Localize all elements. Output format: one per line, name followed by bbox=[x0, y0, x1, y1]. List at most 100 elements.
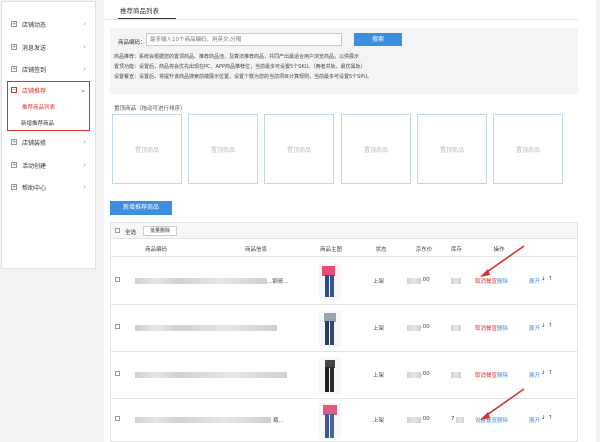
pinned-slot-label: 置顶商品 bbox=[363, 147, 388, 154]
pinned-slot-label: 置顶商品 bbox=[286, 147, 311, 154]
sidebar-item-shop-news[interactable]: + 店铺动态 › bbox=[11, 19, 86, 29]
blurred-info bbox=[177, 278, 267, 284]
col-header-stock: 库存 bbox=[450, 247, 462, 253]
row-checkbox[interactable] bbox=[115, 324, 120, 329]
move-up-icon[interactable]: ↑ bbox=[548, 415, 553, 421]
promote-desc: 设置餐宣：设置后，将提升该商品搜索前端展示位置，设置个数为您的当前项目计算规则，… bbox=[114, 74, 373, 80]
table-toolbar: 全选 批量删除 bbox=[111, 223, 577, 239]
product-info-text: ...钢哥... bbox=[267, 279, 289, 285]
sidebar-item-help-center[interactable]: + 帮助中心 › bbox=[11, 182, 86, 192]
chevron-right-icon: › bbox=[83, 20, 86, 28]
sidebar-item-shop-decorate[interactable]: + 店铺装修 › bbox=[11, 137, 86, 147]
collapse-icon: − bbox=[11, 87, 17, 93]
blurred-info bbox=[177, 325, 277, 331]
sidebar-item-shop-recommend[interactable]: − 店铺推荐 ⌄ bbox=[11, 85, 86, 95]
cancel-promote-link[interactable]: 取消餐宣 bbox=[475, 371, 497, 379]
sidebar-item-shop-checkin[interactable]: + 店铺签到 › bbox=[11, 64, 86, 74]
col-header-status: 状态 bbox=[375, 247, 387, 253]
product-thumbnail bbox=[319, 403, 341, 439]
sidebar: + 店铺动态 › + 消息发送 › + 店铺签到 › − 店铺推荐 ⌄ 推荐商品… bbox=[1, 1, 96, 269]
move-down-icon[interactable]: ↓ bbox=[541, 415, 546, 421]
blurred-stock bbox=[456, 417, 464, 423]
blurred-info bbox=[177, 372, 287, 378]
status-text: 上架 bbox=[373, 326, 385, 332]
sidebar-item-message-send[interactable]: + 消息发送 › bbox=[11, 42, 86, 52]
chevron-down-icon: ⌄ bbox=[80, 86, 86, 94]
sidebar-item-activity-create[interactable]: + 活动创建 › bbox=[11, 160, 86, 170]
blurred-price bbox=[407, 278, 421, 284]
pinned-slot[interactable]: 置顶商品 bbox=[264, 114, 334, 184]
blurred-sku bbox=[135, 325, 179, 331]
filter-panel: 商品编码： 搜索 商品推荐：系统会根据您的置顶商品、推荐商品池，及算法推荐商品，… bbox=[110, 28, 578, 94]
recommend-desc: 商品推荐：系统会根据您的置顶商品、推荐商品池，及算法推荐商品，共同产出最适合用户… bbox=[114, 54, 360, 60]
move-up-icon[interactable]: ↑ bbox=[548, 370, 553, 376]
expand-icon: + bbox=[11, 21, 17, 27]
col-header-price: 京东价 bbox=[415, 247, 433, 253]
product-thumbnail bbox=[319, 264, 341, 300]
blurred-sku bbox=[135, 417, 179, 423]
sku-code-input[interactable] bbox=[146, 33, 342, 46]
expand-link[interactable]: 展开 bbox=[529, 324, 540, 332]
move-down-icon[interactable]: ↓ bbox=[541, 276, 546, 282]
price-text: .00 bbox=[421, 277, 430, 283]
status-text: 上架 bbox=[373, 418, 385, 424]
pinned-section-label: 置顶商品（拖动可进行排序） bbox=[114, 106, 186, 112]
row-divider bbox=[111, 304, 577, 305]
sidebar-item-label: 店铺推荐 bbox=[22, 87, 47, 95]
blurred-price bbox=[407, 372, 421, 378]
row-checkbox[interactable] bbox=[115, 416, 120, 421]
move-down-icon[interactable]: ↓ bbox=[541, 323, 546, 329]
search-button[interactable]: 搜索 bbox=[354, 33, 402, 46]
blurred-price bbox=[407, 325, 421, 331]
pinned-slot[interactable]: 置顶商品 bbox=[417, 114, 487, 184]
select-all-checkbox[interactable] bbox=[115, 228, 120, 233]
chevron-right-icon: › bbox=[83, 65, 86, 73]
row-divider bbox=[111, 351, 577, 352]
annotation-arrow-icon bbox=[480, 388, 525, 420]
product-thumbnail bbox=[319, 358, 341, 394]
sidebar-subitem-recommend-list[interactable]: 推荐商品列表 bbox=[22, 103, 55, 111]
row-checkbox[interactable] bbox=[115, 277, 120, 282]
sidebar-group-shop-recommend: − 店铺推荐 ⌄ 推荐商品列表 新增推荐商品 bbox=[7, 81, 90, 131]
sidebar-item-label: 店铺装修 bbox=[22, 139, 47, 147]
status-text: 上架 bbox=[373, 373, 385, 379]
pinned-slot-label: 置顶商品 bbox=[210, 147, 235, 154]
expand-icon: + bbox=[11, 66, 17, 72]
sidebar-item-label: 活动创建 bbox=[22, 162, 47, 170]
delete-link[interactable]: 删除 bbox=[497, 324, 508, 332]
col-header-image: 商品主图 bbox=[319, 247, 342, 253]
expand-link[interactable]: 展开 bbox=[529, 371, 540, 379]
sidebar-item-label: 帮助中心 bbox=[22, 184, 47, 192]
chevron-right-icon: › bbox=[83, 161, 86, 169]
status-text: 上架 bbox=[373, 279, 385, 285]
pinned-slot[interactable]: 置顶商品 bbox=[493, 114, 563, 184]
select-all-label: 全选 bbox=[125, 230, 137, 236]
pinned-slot-label: 置顶商品 bbox=[515, 147, 540, 154]
pinned-slot[interactable]: 置顶商品 bbox=[341, 114, 411, 184]
annotation-arrow-icon bbox=[480, 245, 525, 277]
price-text: .00 bbox=[421, 416, 430, 422]
move-up-icon[interactable]: ↑ bbox=[548, 276, 553, 282]
pinned-slot[interactable]: 置顶商品 bbox=[112, 114, 182, 184]
move-down-icon[interactable]: ↓ bbox=[541, 370, 546, 376]
pinned-slot[interactable]: 置顶商品 bbox=[188, 114, 258, 184]
product-info-text: 裤... bbox=[273, 418, 284, 424]
row-checkbox[interactable] bbox=[115, 371, 120, 376]
price-text: .00 bbox=[421, 324, 430, 330]
chevron-right-icon: › bbox=[83, 138, 86, 146]
chevron-right-icon: › bbox=[83, 43, 86, 51]
sidebar-subitem-add-recommend[interactable]: 新增推荐商品 bbox=[21, 119, 54, 127]
cancel-promote-link[interactable]: 取消餐宣 bbox=[475, 324, 497, 332]
blurred-info bbox=[177, 417, 271, 423]
col-header-sku: 商品编码 bbox=[144, 247, 167, 253]
delete-link[interactable]: 删除 bbox=[497, 371, 508, 379]
sku-code-label: 商品编码： bbox=[118, 40, 146, 46]
bulk-delete-button[interactable]: 批量删除 bbox=[143, 226, 177, 236]
add-recommend-button[interactable]: 新增推荐商品 bbox=[110, 201, 172, 215]
product-thumbnail bbox=[319, 311, 341, 347]
pin-desc: 置顶功能：设置后，商品将会优先出现在PC、APP商品推荐位；当前最多可设置5个S… bbox=[114, 64, 366, 70]
expand-icon: + bbox=[11, 44, 17, 50]
tab-recommend-list[interactable]: 推荐商品列表 bbox=[120, 5, 159, 15]
sidebar-item-label: 店铺动态 bbox=[22, 21, 47, 29]
move-up-icon[interactable]: ↑ bbox=[548, 323, 553, 329]
